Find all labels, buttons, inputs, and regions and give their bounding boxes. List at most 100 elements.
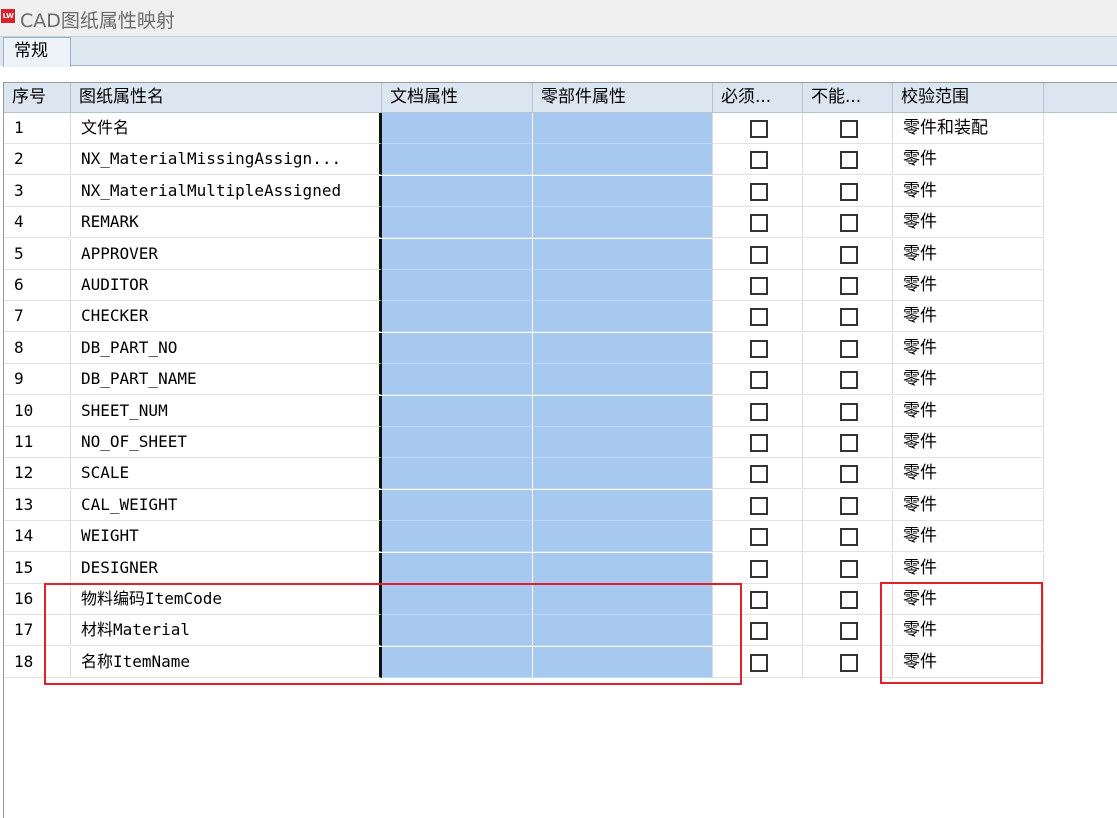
row-doc-attr-cell[interactable] <box>382 458 533 490</box>
row-drawing-attr-name[interactable]: AUDITOR <box>71 270 382 301</box>
row-drawing-attr-name[interactable]: SCALE <box>71 458 382 490</box>
column-header-seq[interactable]: 序号 <box>4 83 71 112</box>
required-checkbox[interactable] <box>750 559 768 578</box>
not-null-checkbox[interactable] <box>840 214 858 233</box>
row-scope-cell[interactable]: 零件 <box>893 364 1044 396</box>
required-checkbox[interactable] <box>750 214 768 233</box>
row-scope-cell[interactable]: 零件 <box>893 395 1044 427</box>
row-part-attr-cell[interactable] <box>533 301 713 333</box>
row-scope-cell[interactable]: 零件 <box>893 584 1044 615</box>
required-checkbox[interactable] <box>750 151 768 170</box>
required-checkbox[interactable] <box>750 245 768 264</box>
not-null-checkbox[interactable] <box>840 465 858 484</box>
row-drawing-attr-name[interactable]: CAL_WEIGHT <box>71 489 382 521</box>
row-drawing-attr-name[interactable]: DB_PART_NAME <box>71 364 382 396</box>
row-scope-cell[interactable]: 零件 <box>893 489 1044 521</box>
row-drawing-attr-name[interactable]: 文件名 <box>71 113 382 144</box>
table-row[interactable]: 15 DESIGNER 零件 <box>4 552 1044 584</box>
row-scope-cell[interactable]: 零件 <box>893 521 1044 553</box>
row-doc-attr-cell[interactable] <box>382 207 533 239</box>
not-null-checkbox[interactable] <box>840 653 858 672</box>
row-part-attr-cell[interactable] <box>533 427 713 458</box>
row-drawing-attr-name[interactable]: CHECKER <box>71 301 382 333</box>
column-header-not-null[interactable]: 不能... <box>803 83 893 112</box>
column-header-required[interactable]: 必须... <box>713 83 803 112</box>
required-checkbox[interactable] <box>750 591 768 609</box>
row-drawing-attr-name[interactable]: 材料Material <box>71 615 382 647</box>
required-checkbox[interactable] <box>750 434 768 452</box>
required-checkbox[interactable] <box>750 528 768 547</box>
table-row[interactable]: 3 NX_MaterialMultipleAssigned 零件 <box>4 175 1044 207</box>
row-scope-cell[interactable]: 零件和装配 <box>893 113 1044 144</box>
row-scope-cell[interactable]: 零件 <box>893 270 1044 301</box>
table-row[interactable]: 1 文件名 零件和装配 <box>4 113 1044 144</box>
row-doc-attr-cell[interactable] <box>382 364 533 396</box>
row-drawing-attr-name[interactable]: WEIGHT <box>71 521 382 553</box>
row-drawing-attr-name[interactable]: DB_PART_NO <box>71 332 382 364</box>
required-checkbox[interactable] <box>750 120 768 138</box>
row-scope-cell[interactable]: 零件 <box>893 144 1044 176</box>
required-checkbox[interactable] <box>750 308 768 327</box>
row-doc-attr-cell[interactable] <box>382 332 533 364</box>
row-drawing-attr-name[interactable]: 名称ItemName <box>71 646 382 678</box>
row-doc-attr-cell[interactable] <box>382 144 533 176</box>
row-scope-cell[interactable]: 零件 <box>893 175 1044 207</box>
row-doc-attr-cell[interactable] <box>382 113 533 144</box>
not-null-checkbox[interactable] <box>840 277 858 295</box>
row-part-attr-cell[interactable] <box>533 270 713 301</box>
not-null-checkbox[interactable] <box>840 371 858 390</box>
table-row[interactable]: 11 NO_OF_SHEET 零件 <box>4 427 1044 458</box>
not-null-checkbox[interactable] <box>840 496 858 515</box>
tab-general[interactable]: 常规 <box>3 37 71 67</box>
table-row[interactable]: 9 DB_PART_NAME 零件 <box>4 364 1044 396</box>
row-part-attr-cell[interactable] <box>533 207 713 239</box>
table-row[interactable]: 17 材料Material 零件 <box>4 615 1044 647</box>
row-drawing-attr-name[interactable]: SHEET_NUM <box>71 395 382 427</box>
row-scope-cell[interactable]: 零件 <box>893 207 1044 239</box>
not-null-checkbox[interactable] <box>840 622 858 641</box>
row-part-attr-cell[interactable] <box>533 332 713 364</box>
row-doc-attr-cell[interactable] <box>382 552 533 584</box>
not-null-checkbox[interactable] <box>840 591 858 609</box>
row-drawing-attr-name[interactable]: 物料编码ItemCode <box>71 584 382 615</box>
column-header-scope[interactable]: 校验范围 <box>893 83 1044 112</box>
row-doc-attr-cell[interactable] <box>382 270 533 301</box>
row-part-attr-cell[interactable] <box>533 615 713 647</box>
row-doc-attr-cell[interactable] <box>382 395 533 427</box>
row-doc-attr-cell[interactable] <box>382 238 533 270</box>
required-checkbox[interactable] <box>750 339 768 358</box>
row-doc-attr-cell[interactable] <box>382 175 533 207</box>
row-doc-attr-cell[interactable] <box>382 584 533 615</box>
not-null-checkbox[interactable] <box>840 120 858 138</box>
row-doc-attr-cell[interactable] <box>382 521 533 553</box>
table-row[interactable]: 13 CAL_WEIGHT 零件 <box>4 489 1044 521</box>
column-header-part-attr[interactable]: 零部件属性 <box>533 83 713 112</box>
row-part-attr-cell[interactable] <box>533 552 713 584</box>
required-checkbox[interactable] <box>750 653 768 672</box>
table-row[interactable]: 6 AUDITOR 零件 <box>4 270 1044 301</box>
not-null-checkbox[interactable] <box>840 182 858 201</box>
table-row[interactable]: 5 APPROVER 零件 <box>4 238 1044 270</box>
not-null-checkbox[interactable] <box>840 402 858 421</box>
required-checkbox[interactable] <box>750 622 768 641</box>
not-null-checkbox[interactable] <box>840 308 858 327</box>
row-part-attr-cell[interactable] <box>533 238 713 270</box>
not-null-checkbox[interactable] <box>840 528 858 547</box>
row-part-attr-cell[interactable] <box>533 175 713 207</box>
row-drawing-attr-name[interactable]: APPROVER <box>71 238 382 270</box>
table-row[interactable]: 16 物料编码ItemCode 零件 <box>4 584 1044 615</box>
row-drawing-attr-name[interactable]: DESIGNER <box>71 552 382 584</box>
row-part-attr-cell[interactable] <box>533 489 713 521</box>
row-scope-cell[interactable]: 零件 <box>893 301 1044 333</box>
row-part-attr-cell[interactable] <box>533 646 713 678</box>
row-part-attr-cell[interactable] <box>533 458 713 490</box>
row-drawing-attr-name[interactable]: NO_OF_SHEET <box>71 427 382 458</box>
not-null-checkbox[interactable] <box>840 434 858 452</box>
table-row[interactable]: 8 DB_PART_NO 零件 <box>4 332 1044 364</box>
row-drawing-attr-name[interactable]: REMARK <box>71 207 382 239</box>
row-drawing-attr-name[interactable]: NX_MaterialMissingAssign... <box>71 144 382 176</box>
required-checkbox[interactable] <box>750 402 768 421</box>
row-part-attr-cell[interactable] <box>533 395 713 427</box>
row-part-attr-cell[interactable] <box>533 521 713 553</box>
row-part-attr-cell[interactable] <box>533 364 713 396</box>
